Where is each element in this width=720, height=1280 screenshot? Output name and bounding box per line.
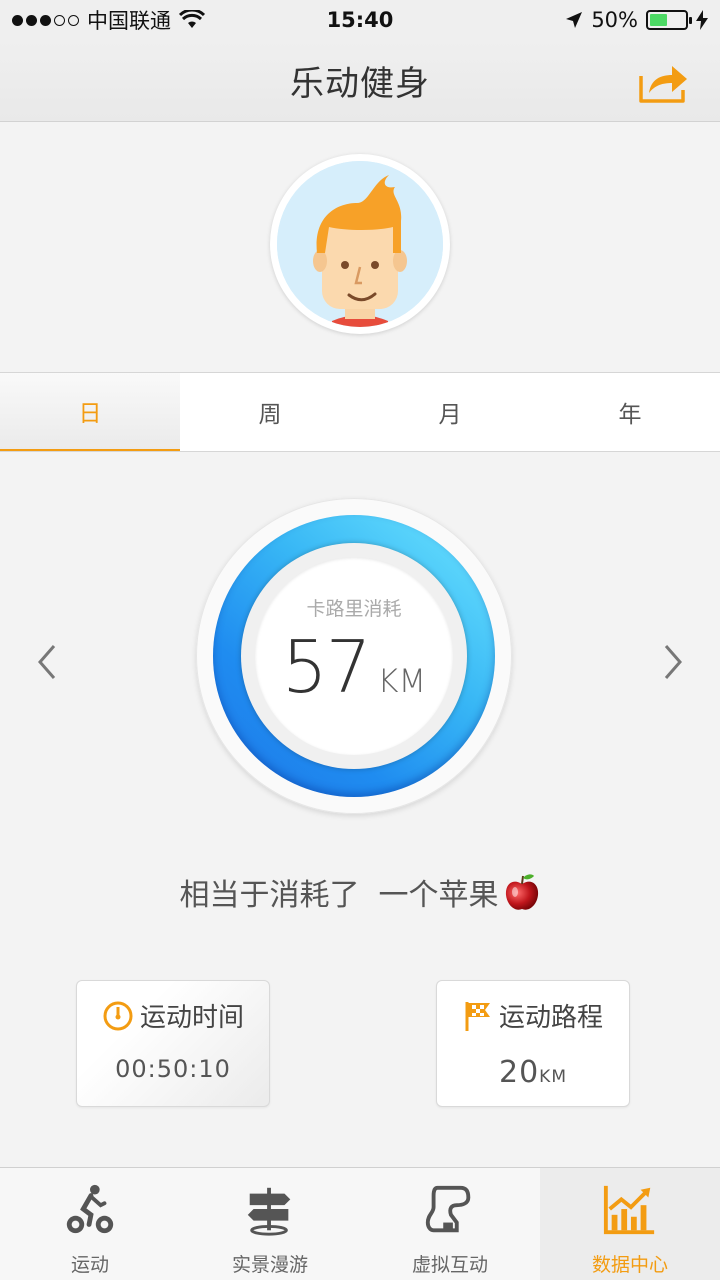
battery-fill: [650, 14, 667, 26]
ring-inner: 卡路里消耗 57 KM: [241, 543, 467, 769]
exercise-time-label: 运动时间: [139, 1003, 244, 1033]
chart-icon: [603, 1185, 655, 1235]
tab-data-center[interactable]: 数据中心: [540, 1168, 720, 1280]
chevron-left-icon[interactable]: [28, 642, 68, 682]
battery-icon: [646, 10, 692, 30]
calorie-ring: 卡路里消耗 57 KM: [196, 498, 512, 814]
clock-icon: [103, 1001, 133, 1030]
avatar[interactable]: [270, 154, 450, 334]
tab-bar-label: 虚拟互动: [411, 1254, 488, 1276]
share-icon: [639, 66, 687, 103]
share-button[interactable]: [638, 62, 690, 104]
chevron-right-icon[interactable]: [652, 642, 692, 682]
tab-month[interactable]: 月: [360, 373, 540, 451]
bottom-tab-bar: 运动 实景漫游 虚拟互动 数据中心: [0, 1167, 720, 1280]
period-tabs: 日周月年: [0, 372, 720, 452]
status-left: 中国联通: [12, 5, 205, 35]
signal-strength-icon: [12, 14, 79, 26]
tab-scenic-tour[interactable]: 实景漫游: [180, 1168, 360, 1280]
calorie-ring-progress: 卡路里消耗 57 KM: [213, 515, 495, 797]
exercise-time-card[interactable]: 运动时间 00:50:10: [76, 980, 270, 1107]
ring-core: 卡路里消耗 57 KM: [255, 557, 453, 755]
calorie-value-row: 57 KM: [282, 625, 426, 709]
nav-bar: 乐动健身: [0, 40, 720, 122]
status-right: 50%: [565, 8, 708, 32]
exercise-distance-card[interactable]: 运动路程 20KM: [436, 980, 630, 1107]
exercise-distance-header: 运动路程: [437, 997, 629, 1034]
wifi-icon: [179, 10, 205, 28]
main-content: 卡路里消耗 57 KM 相当于消耗了 一个苹果 运动时间 00:50:10 运动…: [0, 452, 720, 1167]
equivalent-summary: 相当于消耗了 一个苹果: [0, 870, 720, 914]
page-title: 乐动健身: [290, 64, 430, 104]
exercise-distance-value: 20: [498, 1055, 540, 1090]
tab-exercise[interactable]: 运动: [0, 1168, 180, 1280]
location-arrow-icon: [566, 12, 583, 28]
calorie-value: 57: [281, 624, 372, 709]
flag-icon: [465, 1001, 490, 1031]
tab-day[interactable]: 日: [0, 373, 180, 451]
tab-week[interactable]: 周: [180, 373, 360, 451]
exercise-time-value: 00:50:10: [115, 1055, 231, 1083]
tab-year[interactable]: 年: [540, 373, 720, 451]
profile-area: [0, 122, 720, 372]
exercise-time-header: 运动时间: [77, 997, 269, 1034]
exercise-distance-value-row: 20KM: [437, 1055, 629, 1090]
track-icon: [425, 1185, 471, 1233]
signpost-icon: [247, 1187, 291, 1236]
equivalent-text: 相当于消耗了 一个苹果: [179, 878, 499, 913]
avatar-image: [277, 161, 443, 327]
status-bar: 中国联通 15:40 50%: [0, 0, 720, 40]
tab-bar-label: 运动: [70, 1254, 109, 1276]
carrier-name: 中国联通: [87, 9, 171, 33]
charging-bolt-icon: [696, 10, 708, 30]
avatar-face-icon: [277, 161, 443, 327]
calorie-unit: KM: [377, 661, 427, 700]
battery-percent: 50%: [591, 8, 638, 32]
tab-bar-label: 数据中心: [591, 1254, 668, 1276]
exercise-distance-unit: KM: [539, 1067, 567, 1087]
cyclist-icon: [66, 1184, 114, 1234]
calorie-label: 卡路里消耗: [306, 597, 402, 620]
apple-icon: [505, 874, 538, 910]
tab-bar-label: 实景漫游: [231, 1254, 308, 1276]
exercise-distance-label: 运动路程: [498, 1003, 603, 1033]
tab-virtual-interaction[interactable]: 虚拟互动: [360, 1168, 540, 1280]
